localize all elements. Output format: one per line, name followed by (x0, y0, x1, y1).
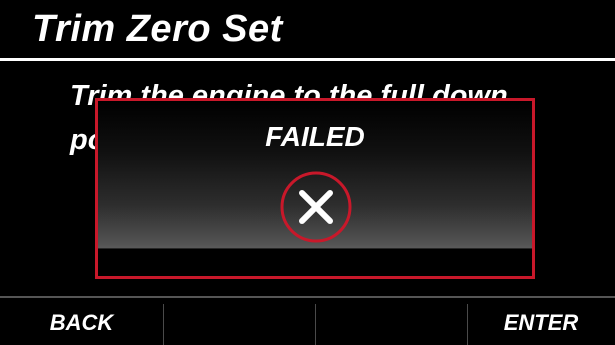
title-divider (0, 58, 615, 61)
fail-x-icon (280, 171, 352, 243)
softkey-3-button[interactable] (315, 298, 467, 345)
title-bar: Trim Zero Set (0, 0, 615, 61)
trim-zero-set-screen: Trim Zero Set Trim the engine to the ful… (0, 0, 615, 345)
page-title: Trim Zero Set (32, 8, 283, 50)
enter-button[interactable]: ENTER (467, 298, 615, 345)
dialog-status-text: FAILED (265, 121, 365, 152)
softkey-2-button[interactable] (163, 298, 315, 345)
failed-dialog: FAILED (95, 98, 535, 279)
back-button[interactable]: BACK (0, 298, 163, 345)
softkey-bar: BACK ENTER (0, 296, 615, 345)
